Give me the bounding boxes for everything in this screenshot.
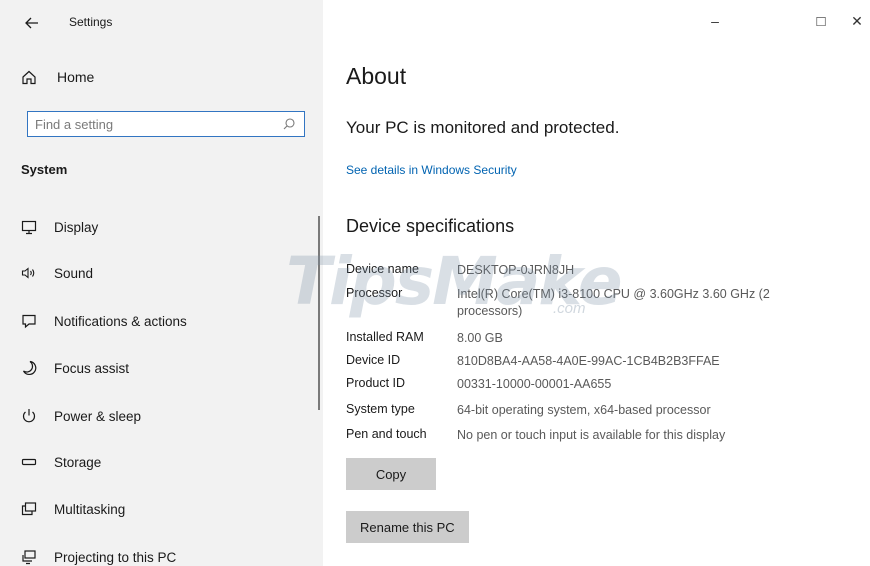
storage-icon [18,451,40,473]
minimize-button[interactable]: – [702,8,728,34]
spec-value: Intel(R) Core(TM) i3-8100 CPU @ 3.60GHz … [457,287,770,318]
sidebar-item-power-sleep[interactable]: Power & sleep [18,401,308,431]
maximize-button[interactable]: □ [808,8,834,34]
minimize-icon: – [711,13,719,29]
search-box[interactable] [27,111,305,137]
sidebar-item-home[interactable]: Home [18,64,308,90]
sidebar-item-label: Display [54,219,99,235]
sidebar-item-label: Multitasking [54,501,126,517]
back-arrow-icon[interactable] [22,12,44,34]
speaker-icon [18,262,40,284]
close-button[interactable]: ✕ [844,8,870,34]
spec-key: Installed RAM [346,330,424,344]
spec-value: No pen or touch input is available for t… [457,428,726,442]
sidebar-item-multitasking[interactable]: Multitasking [18,494,308,524]
sidebar-item-label: Focus assist [54,360,130,376]
spec-value: 8.00 GB [457,331,503,345]
spec-key: Device name [346,262,419,276]
device-specs-heading: Device specifications [346,216,515,236]
sidebar-item-label: Storage [54,454,102,470]
search-input[interactable] [28,113,268,135]
sidebar-item-label: Home [57,69,95,85]
sidebar-item-label: Projecting to this PC [54,549,177,565]
page-title: About [346,63,407,89]
multitasking-icon [18,498,40,520]
spec-key: System type [346,402,415,416]
search-icon[interactable] [282,117,296,131]
section-label-system: System [21,162,68,177]
sidebar-item-focus-assist[interactable]: Focus assist [18,353,308,383]
main-content: – □ ✕ About Your PC is monitored and pro… [323,0,870,566]
monitor-icon [18,216,40,238]
windows-security-link[interactable]: See details in Windows Security [346,163,517,177]
sidebar-item-projecting[interactable]: Projecting to this PC [18,542,308,566]
power-icon [18,405,40,427]
sidebar-item-label: Power & sleep [54,408,142,424]
sidebar: Settings Home System Display Sound Notif… [0,0,323,566]
window-title: Settings [69,15,113,29]
protection-status: Your PC is monitored and protected. [346,118,620,137]
spec-key: Processor [346,286,403,300]
spec-key: Device ID [346,353,401,367]
spec-value: DESKTOP-0JRN8JH [457,263,575,277]
maximize-icon: □ [816,12,826,30]
sidebar-item-storage[interactable]: Storage [18,447,308,477]
copy-button[interactable]: Copy [346,458,436,490]
spec-value: 810D8BA4-AA58-4A0E-99AC-1CB4B2B3FFAE [457,354,720,368]
spec-value: 00331-10000-00001-AA655 [457,377,612,391]
projecting-icon [18,546,40,566]
spec-value: 64-bit operating system, x64-based proce… [457,403,711,417]
moon-icon [18,357,40,379]
sidebar-scrollbar[interactable] [318,216,320,410]
notification-icon [18,310,40,332]
home-icon [18,66,40,88]
spec-key: Pen and touch [346,427,427,441]
sidebar-item-sound[interactable]: Sound [18,258,308,288]
sidebar-item-notifications[interactable]: Notifications & actions [18,306,308,336]
rename-pc-button[interactable]: Rename this PC [346,511,469,543]
close-icon: ✕ [851,12,863,29]
spec-key: Product ID [346,376,406,390]
sidebar-item-label: Notifications & actions [54,313,187,329]
sidebar-item-display[interactable]: Display [18,212,308,242]
sidebar-item-label: Sound [54,265,94,281]
